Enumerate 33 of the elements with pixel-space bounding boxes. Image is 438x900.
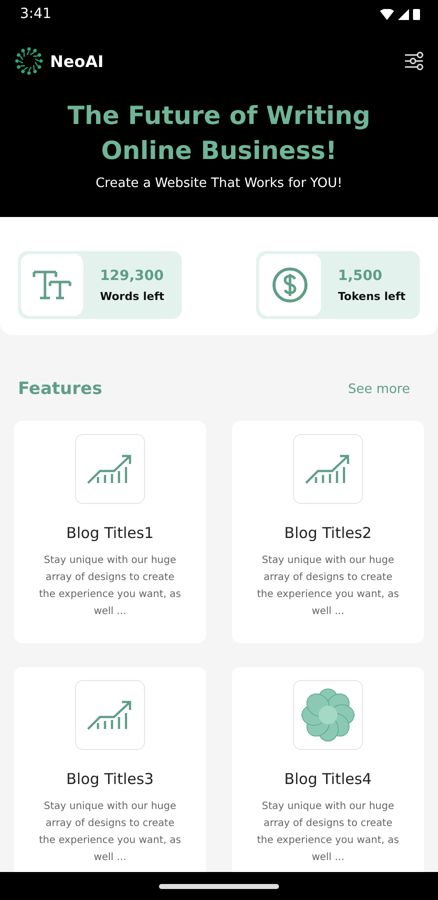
- growth-chart-icon: [304, 453, 352, 485]
- card-title: Blog Titles1: [66, 524, 154, 542]
- signal-icon: [398, 8, 409, 20]
- tagline: Create a Website That Works for YOU!: [94, 176, 344, 191]
- stat-label: Words left: [100, 290, 164, 302]
- card-description: Stay unique with our huge array of designs to create the experience you want, as well ...: [256, 800, 400, 865]
- section-title: Features: [18, 379, 102, 399]
- card-description: Stay unique with our huge array of designs to create the experience you want, as well ...: [256, 554, 400, 619]
- stat-label: Tokens left: [338, 290, 406, 302]
- logo-icon: [14, 46, 44, 76]
- feature-card[interactable]: Blog Titles3 Stay unique with our huge array of designs to create the experience you want, as well ...: [14, 667, 206, 872]
- card-title: Blog Titles3: [66, 770, 154, 788]
- card-description: Stay unique with our huge array of designs to create the experience you want, as well ...: [38, 554, 182, 619]
- home-indicator[interactable]: [159, 884, 279, 888]
- headline: The Future of Writing Online Business!: [66, 100, 372, 167]
- feature-card[interactable]: Blog Titles4 Stay unique with our huge array of designs to create the experience you want, as well ...: [232, 667, 424, 872]
- status-time: 3:41: [20, 6, 52, 22]
- filter-settings-icon[interactable]: [404, 51, 424, 71]
- card-description: Stay unique with our huge array of designs to create the experience you want, as well ...: [38, 800, 182, 865]
- growth-chart-icon: [86, 453, 134, 485]
- growth-chart-icon: [86, 699, 134, 731]
- feature-card[interactable]: Blog Titles1 Stay unique with our huge array of designs to create the experience you want, as well ...: [14, 421, 206, 643]
- pattern-icon: [300, 687, 356, 743]
- feature-card[interactable]: Blog Titles2 Stay unique with our huge array of designs to create the experience you want, as well ...: [232, 421, 424, 643]
- battery-icon: [413, 8, 420, 20]
- card-title: Blog Titles4: [284, 770, 372, 788]
- dollar-icon: [271, 266, 309, 304]
- card-title: Blog Titles2: [284, 524, 372, 542]
- wifi-icon: [380, 8, 394, 20]
- stat-value: 1,500: [338, 268, 384, 284]
- brand-name: NeoAI: [50, 52, 104, 70]
- stat-value: 129,300: [100, 268, 164, 284]
- text-size-icon: [32, 269, 72, 301]
